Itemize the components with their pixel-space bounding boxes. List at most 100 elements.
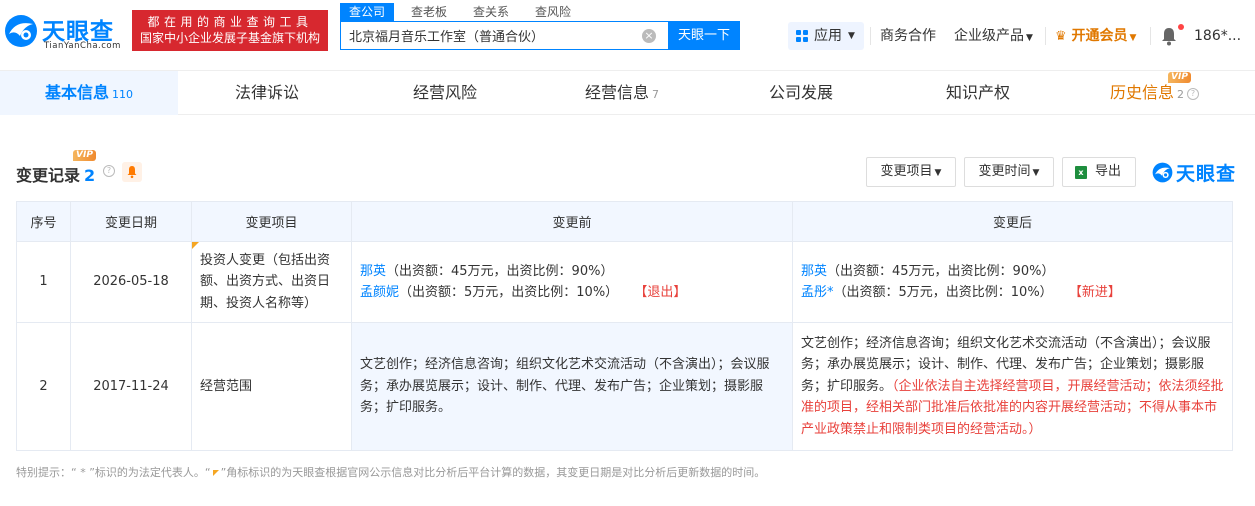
caret-down-icon: ▼ (1129, 33, 1137, 43)
column-header: 变更前 (351, 201, 793, 242)
apps-grid-icon (796, 30, 808, 42)
table-row: 1 2026-05-18 投资人变更（包括出资额、出资方式、出资日期、投资人名称… (16, 241, 1233, 323)
tab-operating-info[interactable]: 经营信息 7 (585, 71, 659, 115)
investor-detail: （出资额：45万元，出资比例：90%） (386, 263, 614, 279)
new-tag: 【新进】 (1068, 285, 1121, 300)
crown-icon: ♛ (1055, 29, 1067, 44)
tab-ip[interactable]: 知识产权 (946, 71, 1010, 115)
search-button[interactable]: 天眼一下 (668, 21, 740, 50)
tab-count: 2 (1177, 88, 1185, 101)
nav-divider (1045, 27, 1046, 45)
user-account-menu[interactable]: 186*... (1194, 22, 1241, 50)
tab-label: 公司发展 (769, 83, 834, 102)
change-records-table: 序号 变更日期 变更项目 变更前 变更后 1 2026-05-18 投资人变更（… (16, 201, 1233, 451)
table-header-row: 序号 变更日期 变更项目 变更前 变更后 (16, 201, 1233, 242)
change-date: 2017-11-24 (70, 322, 192, 451)
after-cell: 文艺创作；经济信息咨询；组织文化艺术交流活动（不含演出）；会议服务；承办展览展示… (792, 322, 1233, 451)
investor-name-link[interactable]: 孟颜妮 (360, 285, 399, 300)
caret-down-icon: ▼ (848, 31, 855, 41)
help-icon[interactable]: ? (1187, 88, 1200, 100)
investor-name-link[interactable]: 孟彤* (801, 285, 834, 300)
nav-enterprise-menu[interactable]: 企业级产品 ▼ (954, 22, 1033, 50)
logo-mark-icon (1152, 162, 1173, 183)
notification-bell-icon[interactable] (1160, 26, 1178, 46)
notification-dot (1178, 24, 1184, 30)
search-box: × (340, 21, 668, 50)
export-button[interactable]: x 导出 (1062, 157, 1136, 187)
change-item: 经营范围 (191, 322, 352, 451)
logo-subtitle: TianYanCha.com (44, 41, 121, 51)
nav-business-link[interactable]: 商务合作 (880, 22, 936, 50)
caret-down-icon: ▼ (934, 168, 942, 178)
watermark-text: 天眼查 (1176, 163, 1237, 185)
promo-banner[interactable]: 都在用的商业查询工具 国家中小企业发展子基金旗下机构 (132, 10, 328, 51)
investor-line: 那英（出资额：45万元，出资比例：90%） (360, 261, 784, 283)
investor-name-link[interactable]: 那英 (360, 264, 386, 279)
search-tab-relation[interactable]: 查关系 (464, 3, 518, 21)
change-date: 2026-05-18 (70, 241, 192, 323)
caret-down-icon: ▼ (1026, 33, 1033, 43)
vip-badge: VIP (73, 150, 96, 161)
help-icon[interactable]: ? (103, 165, 115, 177)
caret-down-icon: ▼ (1032, 168, 1040, 178)
investor-line: 孟颜妮（出资额：5万元，出资比例：10%） 【退出】 (360, 282, 784, 304)
table-row: 2 2017-11-24 经营范围 文艺创作；经济信息咨询；组织文化艺术交流活动… (16, 322, 1233, 451)
filter-label: 变更时间 (978, 164, 1031, 179)
change-item-filter[interactable]: 变更项目 ▼ (866, 157, 956, 187)
search-tab-risk[interactable]: 查风险 (526, 3, 580, 21)
logo-mark-icon (5, 15, 37, 47)
tab-label: 知识产权 (946, 83, 1011, 102)
tab-count: 110 (112, 88, 134, 101)
footnote-part-1: 特别提示：“ * ”标识的为法定代表人。“ (16, 466, 211, 479)
after-cell: 那英（出资额：45万元，出资比例：90%） 孟彤*（出资额：5万元，出资比例：1… (792, 241, 1233, 323)
row-index: 1 (16, 241, 71, 323)
investor-line: 孟彤*（出资额：5万元，出资比例：10%） 【新进】 (801, 282, 1224, 304)
investor-detail: （出资额：5万元，出资比例：10%） (833, 285, 1053, 300)
exit-tag: 【退出】 (634, 285, 687, 300)
row-index: 2 (16, 322, 71, 451)
computed-data-corner-icon (192, 242, 199, 249)
column-header: 序号 (16, 201, 71, 242)
search-type-tabs: 查公司 查老板 查关系 查风险 (340, 3, 588, 21)
nav-divider (1150, 27, 1151, 45)
tab-basic-info[interactable]: 基本信息 110 (45, 71, 133, 115)
tab-label: 历史信息 (1110, 83, 1175, 102)
section-title-text: 变更记录 (16, 166, 81, 185)
excel-icon: x (1075, 166, 1087, 179)
top-header: 天眼查 TianYanCha.com 都在用的商业查询工具 国家中小企业发展子基… (0, 0, 1255, 70)
tab-legal[interactable]: 法律诉讼 (235, 71, 299, 115)
change-item: 投资人变更（包括出资额、出资方式、出资日期、投资人名称等） (200, 252, 331, 311)
apps-menu-button[interactable]: 应用 ▼ (788, 22, 864, 50)
section-count: 2 (84, 166, 96, 185)
footnote: 特别提示：“ * ”标识的为法定代表人。“ ”角标标识的为天眼查根据官网公示信息对… (16, 464, 765, 480)
clear-icon[interactable]: × (642, 29, 656, 43)
nav-divider (870, 27, 871, 45)
apps-label: 应用 (814, 28, 842, 44)
footnote-part-2: ”角标标识的为天眼查根据官网公示信息对比分析后平台计算的数据，其变更日期是对比分… (220, 466, 766, 479)
section-title: 变更记录 2 (16, 162, 95, 186)
tab-label: 经营风险 (413, 83, 478, 102)
open-vip-label: 开通会员 (1071, 28, 1128, 44)
change-item-cell: 投资人变更（包括出资额、出资方式、出资日期、投资人名称等） (191, 241, 352, 323)
tab-count: 7 (652, 88, 660, 101)
column-header: 变更日期 (70, 201, 192, 242)
open-vip-menu[interactable]: ♛ 开通会员 ▼ (1055, 22, 1136, 50)
promo-line-1: 都在用的商业查询工具 (147, 15, 313, 29)
investor-line: 那英（出资额：45万元，出资比例：90%） (801, 261, 1224, 283)
column-header: 变更项目 (191, 201, 352, 242)
tab-label: 基本信息 (45, 83, 110, 102)
tab-operating-risk[interactable]: 经营风险 (413, 71, 477, 115)
tianyancha-logo[interactable]: 天眼查 TianYanCha.com (4, 10, 128, 52)
tab-label: 经营信息 (585, 83, 650, 102)
tab-development[interactable]: 公司发展 (769, 71, 833, 115)
column-header: 变更后 (792, 201, 1233, 242)
change-time-filter[interactable]: 变更时间 ▼ (964, 157, 1054, 187)
search-input[interactable] (349, 22, 639, 49)
search-tab-boss[interactable]: 查老板 (402, 3, 456, 21)
investor-name-link[interactable]: 那英 (801, 264, 827, 279)
monitor-bell-icon[interactable] (122, 162, 142, 182)
investor-detail: （出资额：45万元，出资比例：90%） (827, 263, 1055, 279)
search-tab-company[interactable]: 查公司 (340, 3, 395, 21)
corner-mark-icon (212, 470, 219, 476)
before-cell: 那英（出资额：45万元，出资比例：90%） 孟颜妮（出资额：5万元，出资比例：1… (351, 241, 793, 323)
